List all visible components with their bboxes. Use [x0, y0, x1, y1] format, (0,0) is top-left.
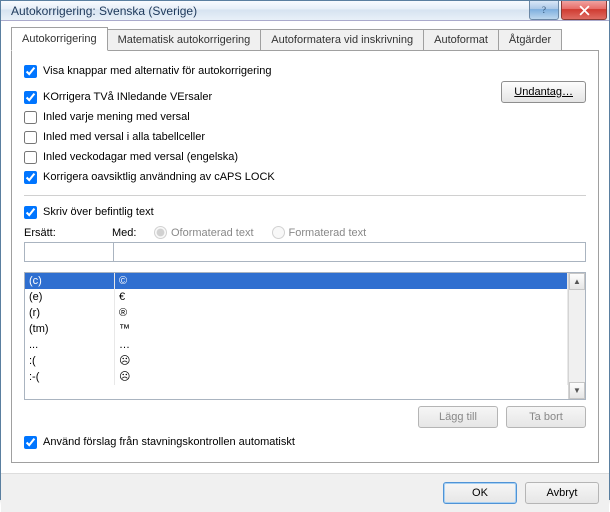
titlebar: Autokorrigering: Svenska (Sverige) ?: [1, 1, 609, 21]
window-title: Autokorrigering: Svenska (Sverige): [11, 4, 529, 18]
tab-math-autocorrect[interactable]: Matematisk autokorrigering: [107, 29, 262, 51]
cap-sentence-checkbox[interactable]: [24, 111, 37, 124]
list-item-to: ©: [115, 273, 567, 289]
list-item-from: :-(: [25, 369, 115, 385]
replacement-list-body[interactable]: (c)©(e)€(r)®(tm)™...…:(☹:-(☹: [25, 273, 568, 399]
list-item[interactable]: ...…: [25, 337, 568, 353]
use-spell-suggestions-checkbox[interactable]: [24, 436, 37, 449]
scroll-track[interactable]: [569, 290, 585, 382]
list-item[interactable]: (tm)™: [25, 321, 568, 337]
list-item[interactable]: (c)©: [25, 273, 568, 289]
tab-panel: Visa knappar med alternativ för autokorr…: [11, 50, 599, 463]
list-item-from: :(: [25, 353, 115, 369]
ok-button[interactable]: OK: [443, 482, 517, 504]
replace-input[interactable]: [24, 242, 114, 262]
svg-text:?: ?: [542, 5, 546, 15]
plain-text-radio-label: Oformaterad text: [154, 226, 254, 239]
list-item[interactable]: :(☹: [25, 353, 568, 369]
list-item[interactable]: (r)®: [25, 305, 568, 321]
scroll-up-button[interactable]: ▲: [569, 273, 585, 290]
replace-columns-header: Ersätt: Med: Oformaterad text Formaterad…: [24, 226, 586, 239]
show-autocorrect-buttons-label: Visa knappar med alternativ för autokorr…: [43, 65, 271, 77]
plain-text-radio[interactable]: [154, 226, 167, 239]
replace-text-checkbox[interactable]: [24, 206, 37, 219]
use-spell-suggestions-label: Använd förslag från stavningskontrollen …: [43, 436, 295, 448]
list-item[interactable]: (e)€: [25, 289, 568, 305]
tab-actions[interactable]: Åtgärder: [498, 29, 562, 51]
tab-autoformat[interactable]: Autoformat: [423, 29, 499, 51]
window-controls: ?: [529, 1, 609, 20]
cancel-button[interactable]: Avbryt: [525, 482, 599, 504]
list-item-to: ™: [115, 321, 567, 337]
scroll-down-button[interactable]: ▼: [569, 382, 585, 399]
cap-days-checkbox[interactable]: [24, 151, 37, 164]
cap-table-checkbox[interactable]: [24, 131, 37, 144]
list-item-from: (e): [25, 289, 115, 305]
dialog-footer: OK Avbryt: [1, 473, 609, 512]
cap-days-label: Inled veckodagar med versal (engelska): [43, 151, 238, 163]
correct-two-caps-checkbox[interactable]: [24, 91, 37, 104]
add-button[interactable]: Lägg till: [418, 406, 498, 428]
list-item-from: (tm): [25, 321, 115, 337]
cap-table-label: Inled med versal i alla tabellceller: [43, 131, 205, 143]
list-item-to: …: [115, 337, 567, 353]
close-button[interactable]: [561, 1, 607, 20]
cap-sentence-label: Inled varje mening med versal: [43, 111, 190, 123]
list-item-to: ☹: [115, 369, 567, 385]
with-column-label: Med:: [112, 227, 144, 239]
list-item-to: ☹: [115, 353, 567, 369]
list-item[interactable]: :-(☹: [25, 369, 568, 385]
replace-text-label: Skriv över befintlig text: [43, 206, 154, 218]
show-autocorrect-buttons-checkbox[interactable]: [24, 65, 37, 78]
tab-strip: Autokorrigering Matematisk autokorrigeri…: [11, 29, 599, 51]
formatted-text-radio-label: Formaterad text: [272, 226, 367, 239]
list-item-to: ®: [115, 305, 567, 321]
dialog-window: Autokorrigering: Svenska (Sverige) ? Aut…: [0, 0, 610, 500]
list-item-from: (c): [25, 273, 115, 289]
list-scrollbar[interactable]: ▲ ▼: [568, 273, 585, 399]
formatted-text-radio[interactable]: [272, 226, 285, 239]
caps-lock-label: Korrigera oavsiktlig användning av cAPS …: [43, 171, 275, 183]
with-input[interactable]: [113, 242, 586, 262]
tab-autoformat-typing[interactable]: Autoformatera vid inskrivning: [260, 29, 424, 51]
help-button[interactable]: ?: [529, 1, 559, 20]
replace-column-label: Ersätt:: [24, 227, 102, 239]
list-item-from: (r): [25, 305, 115, 321]
client-area: Autokorrigering Matematisk autokorrigeri…: [1, 21, 609, 473]
delete-button[interactable]: Ta bort: [506, 406, 586, 428]
replacement-list: (c)©(e)€(r)®(tm)™...…:(☹:-(☹ ▲ ▼: [24, 272, 586, 400]
separator: [24, 195, 586, 196]
correct-two-caps-label: KOrrigera TVå INledande VErsaler: [43, 91, 212, 103]
caps-lock-checkbox[interactable]: [24, 171, 37, 184]
list-item-from: ...: [25, 337, 115, 353]
tab-autocorrect[interactable]: Autokorrigering: [11, 27, 108, 51]
list-item-to: €: [115, 289, 567, 305]
exceptions-button[interactable]: Undantag…: [501, 81, 586, 103]
